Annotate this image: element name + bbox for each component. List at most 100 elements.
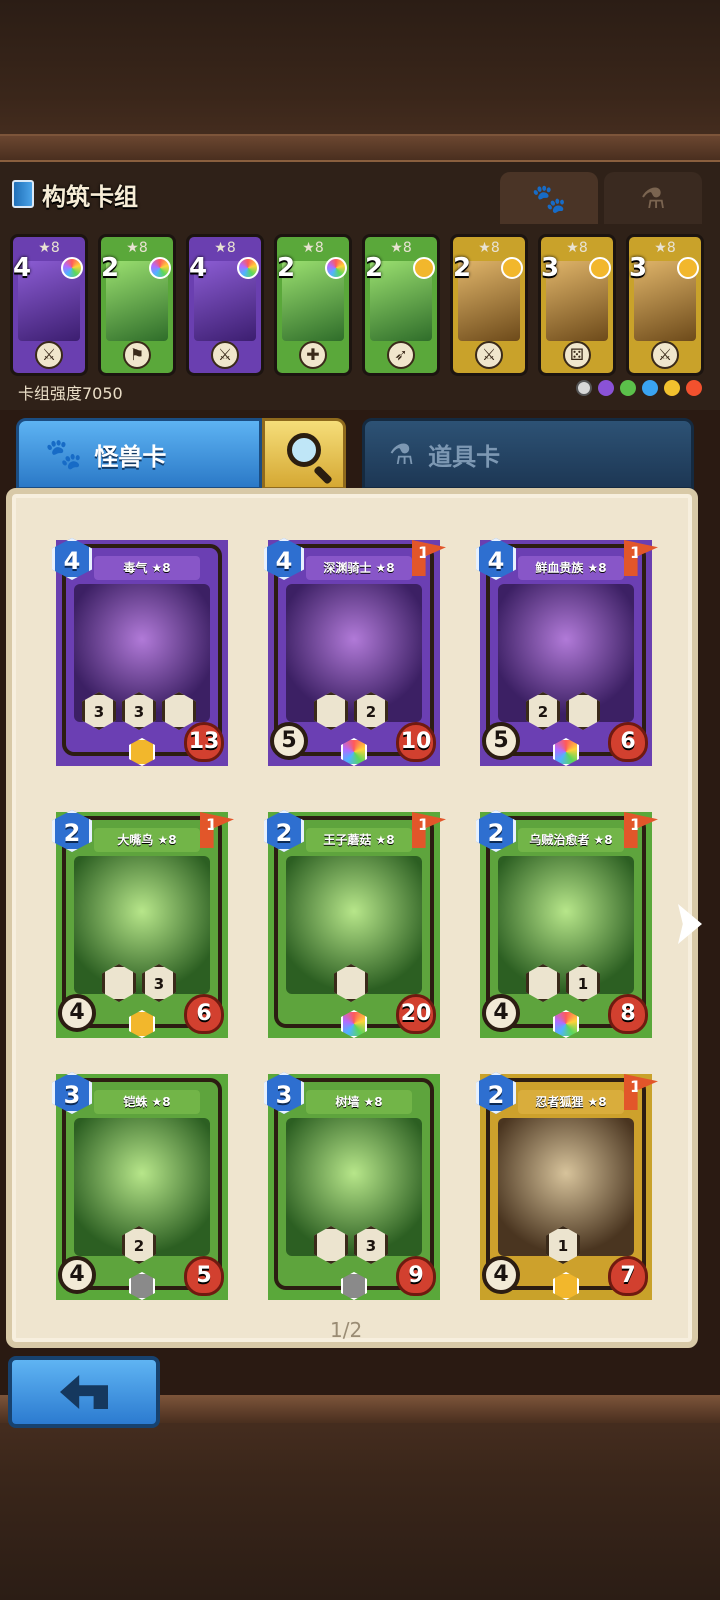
- item-card-label: 道具卡: [428, 442, 501, 471]
- deck-card-cost: 4: [189, 253, 208, 283]
- deck-card-role-icon: ⚔: [211, 341, 239, 369]
- card-art: [74, 856, 210, 994]
- deck-card-role-icon: ⚑: [123, 341, 151, 369]
- deck-card-gem-icon: [677, 257, 699, 279]
- potion-icon: ⚗: [389, 437, 415, 471]
- monster-card-tab[interactable]: 🐾 怪兽卡: [16, 418, 262, 490]
- deck-card-gem-icon: [413, 257, 435, 279]
- card-attack: 4: [58, 1256, 96, 1294]
- card-name: 王子蘑菇 ★8: [306, 828, 412, 852]
- deck-card-cost: 2: [277, 253, 296, 283]
- deck-card[interactable]: ★8 2 ⚑: [98, 234, 176, 376]
- deck-card-role-icon: ⚔: [475, 341, 503, 369]
- deck-card-cost: 2: [453, 253, 472, 283]
- card-attack: 4: [482, 1256, 520, 1294]
- deck-title: 构筑卡组: [12, 174, 138, 214]
- paw-icon: 🐾: [531, 181, 567, 215]
- card-health: 20: [396, 994, 436, 1034]
- back-arrow-icon: [60, 1375, 108, 1409]
- deck-card[interactable]: ★8 2 ✚: [274, 234, 352, 376]
- card-name: 树墙 ★8: [306, 1090, 412, 1114]
- gold-faction-icon: [664, 380, 680, 396]
- card-name: 铠蛛 ★8: [94, 1090, 200, 1114]
- card-art: [498, 856, 634, 994]
- deck-card-gem-icon: [589, 257, 611, 279]
- deck-card[interactable]: ★8 2 ⚔: [450, 234, 528, 376]
- purple-faction-icon: [598, 380, 614, 396]
- deck-card-role-icon: ⚔: [35, 341, 63, 369]
- deck-card-cost: 3: [629, 253, 648, 283]
- monster-card[interactable]: 铠蛛 ★8 3 2 4 5: [52, 1072, 228, 1300]
- card-health: 10: [396, 722, 436, 762]
- deck-card-role-icon: ⚄: [563, 341, 591, 369]
- item-card-tab[interactable]: ⚗ 道具卡: [362, 418, 694, 490]
- card-attack: 4: [58, 994, 96, 1032]
- deck-card[interactable]: ★8 4 ⚔: [186, 234, 264, 376]
- deck-card-gem-icon: [149, 257, 171, 279]
- magnifier-icon: [287, 433, 321, 467]
- card-art: [498, 584, 634, 722]
- card-name: 深渊骑士 ★8: [306, 556, 412, 580]
- card-name: 忍者狐狸 ★8: [518, 1090, 624, 1114]
- monster-card[interactable]: 忍者狐狸 ★8 2 1 1 4 7: [476, 1072, 658, 1300]
- paw-icon: 🐾: [45, 436, 83, 472]
- deck-card-gem-icon: [237, 257, 259, 279]
- card-name: 鲜血贵族 ★8: [518, 556, 624, 580]
- card-health: 7: [608, 1256, 648, 1296]
- monster-card[interactable]: 乌贼治愈者 ★8 2 1 1 4 8: [476, 810, 658, 1038]
- deck-power: 卡组强度7050: [18, 384, 123, 403]
- faction-icons: [576, 380, 702, 396]
- deck-title-text: 构筑卡组: [42, 182, 138, 211]
- card-name: 乌贼治愈者 ★8: [518, 828, 624, 852]
- card-health: 13: [184, 722, 224, 762]
- monster-card[interactable]: 树墙 ★8 3 3 9: [264, 1072, 440, 1300]
- monster-card[interactable]: 大嘴鸟 ★8 2 1 3 4 6: [52, 810, 234, 1038]
- monster-card[interactable]: 毒气 ★8 4 3 3 13: [52, 538, 228, 766]
- card-name: 毒气 ★8: [94, 556, 200, 580]
- deck-card[interactable]: ★8 2 ➶: [362, 234, 440, 376]
- card-health: 5: [184, 1256, 224, 1296]
- deck-card-role-icon: ⚔: [651, 341, 679, 369]
- monster-card[interactable]: 王子蘑菇 ★8 2 1 20: [264, 810, 446, 1038]
- neutral-faction-icon: [576, 380, 592, 396]
- magnifier-handle: [313, 465, 333, 485]
- top-wood-border: [0, 0, 720, 160]
- deck-card-cost: 3: [541, 253, 560, 283]
- deck-card[interactable]: ★8 3 ⚔: [626, 234, 704, 376]
- blue-faction-icon: [642, 380, 658, 396]
- card-name: 大嘴鸟 ★8: [94, 828, 200, 852]
- card-attack: 4: [482, 994, 520, 1032]
- deck-card[interactable]: ★8 3 ⚄: [538, 234, 616, 376]
- card-art: [286, 584, 422, 722]
- monster-deck-tab[interactable]: 🐾: [500, 172, 598, 224]
- fire-faction-icon: [686, 380, 702, 396]
- card-health: 8: [608, 994, 648, 1034]
- back-button[interactable]: [8, 1356, 160, 1428]
- deck-card-gem-icon: [325, 257, 347, 279]
- deck-panel: 构筑卡组 🐾 ⚗ ★8 4 ⚔ ★8 2 ⚑ ★8 4 ⚔ ★8 2 ✚ ★8 2 ➶ ★8 2 ⚔ ★8 3 ⚄ ★8 3…: [0, 160, 720, 410]
- item-deck-tab[interactable]: ⚗: [604, 172, 702, 224]
- deck-card-role-icon: ➶: [387, 341, 415, 369]
- deck-card-role-icon: ✚: [299, 341, 327, 369]
- card-health: 9: [396, 1256, 436, 1296]
- page-indicator: 1/2: [330, 1318, 363, 1342]
- search-button[interactable]: [262, 418, 346, 490]
- category-bar: 🐾 怪兽卡 ⚗ 道具卡: [16, 418, 706, 494]
- monster-card[interactable]: 鲜血贵族 ★8 4 1 2 5 6: [476, 538, 658, 766]
- deck-card[interactable]: ★8 4 ⚔: [10, 234, 88, 376]
- deck-card-row: ★8 4 ⚔ ★8 2 ⚑ ★8 4 ⚔ ★8 2 ✚ ★8 2 ➶ ★8 2 ⚔ ★8 3 ⚄ ★8 3 ⚔: [10, 234, 710, 379]
- card-attack: 5: [270, 722, 308, 760]
- monster-card[interactable]: 深渊骑士 ★8 4 1 2 5 10: [264, 538, 446, 766]
- monster-card-label: 怪兽卡: [94, 442, 167, 471]
- book-icon: [12, 180, 34, 208]
- card-health: 6: [608, 722, 648, 762]
- card-art: [286, 1118, 422, 1256]
- potion-icon: ⚗: [640, 181, 666, 215]
- deck-card-cost: 2: [365, 253, 384, 283]
- green-faction-icon: [620, 380, 636, 396]
- deck-card-gem-icon: [61, 257, 83, 279]
- deck-card-cost: 2: [101, 253, 120, 283]
- deck-card-gem-icon: [501, 257, 523, 279]
- deck-card-cost: 4: [13, 253, 32, 283]
- card-health: 6: [184, 994, 224, 1034]
